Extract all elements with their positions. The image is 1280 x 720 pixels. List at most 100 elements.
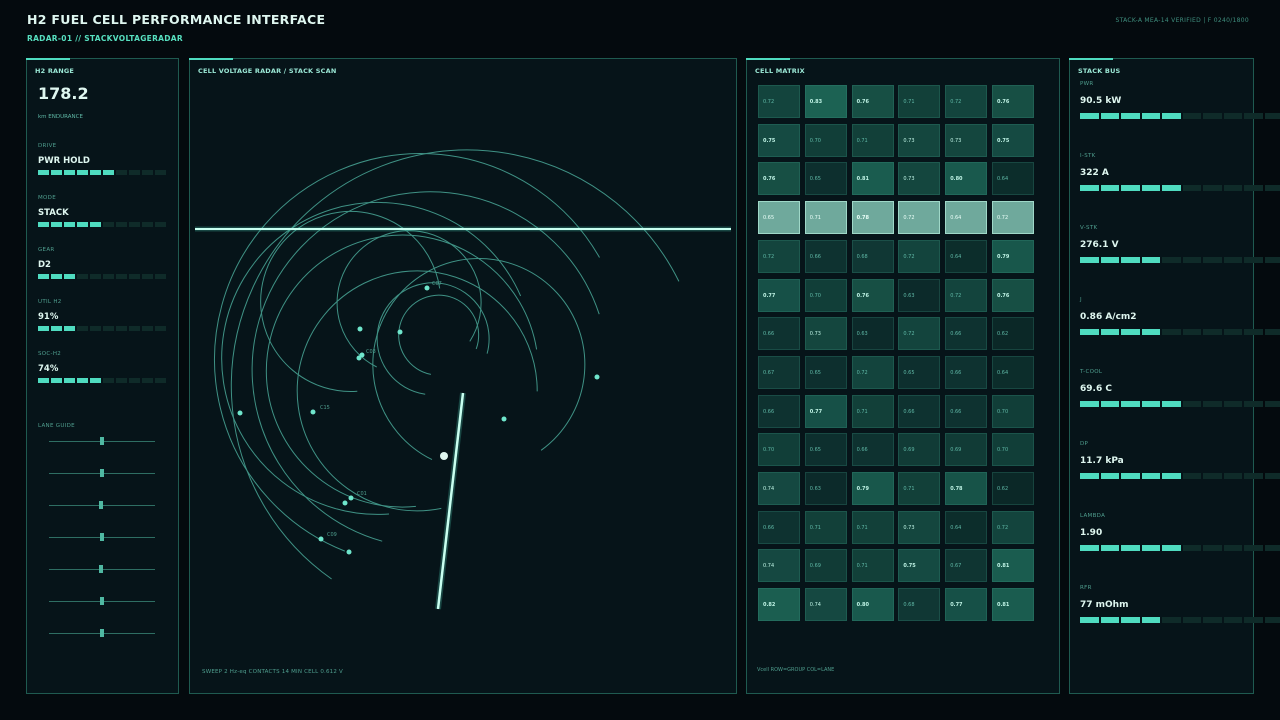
matrix-cell[interactable]: 0.72 [992,510,1034,544]
matrix-cell[interactable]: 0.62 [992,472,1034,505]
matrix-cell[interactable]: 0.63 [898,278,941,312]
matrix-cell[interactable]: 0.78 [945,472,988,505]
matrix-cell[interactable]: 0.70 [804,123,847,157]
matrix-cell[interactable]: 0.73 [898,123,941,157]
slider-handle[interactable] [100,437,104,445]
matrix-cell[interactable]: 0.76 [992,85,1034,118]
lane-slider[interactable] [49,597,155,605]
matrix-cell[interactable]: 0.65 [898,355,941,389]
matrix-cell[interactable]: 0.70 [992,394,1034,428]
lane-slider[interactable] [49,501,155,509]
matrix-cell[interactable]: 0.81 [992,549,1034,583]
matrix-cell[interactable]: 0.76 [992,278,1034,312]
matrix-cell[interactable]: 0.63 [804,472,847,505]
matrix-cell[interactable]: 0.72 [945,85,988,118]
matrix-cell[interactable]: 0.74 [758,472,800,505]
matrix-cell[interactable]: 0.62 [992,317,1034,351]
matrix-cell[interactable]: 0.72 [851,355,894,389]
matrix-cell[interactable]: 0.68 [898,588,941,622]
matrix-cell[interactable]: 0.66 [804,239,847,273]
matrix-cell[interactable]: 0.74 [804,588,847,622]
matrix-cell[interactable]: 0.65 [758,201,800,235]
matrix-cell[interactable]: 0.77 [945,588,988,622]
matrix-cell[interactable]: 0.70 [758,433,800,467]
matrix-cell[interactable]: 0.69 [804,549,847,583]
matrix-cell[interactable]: 0.81 [992,588,1034,622]
matrix-cell[interactable]: 0.69 [898,433,941,467]
metric-level-bar [38,170,166,175]
matrix-cell[interactable]: 0.71 [804,201,847,235]
matrix-cell[interactable]: 0.67 [758,355,800,389]
matrix-cell[interactable]: 0.76 [851,85,894,118]
matrix-cell[interactable]: 0.71 [804,510,847,544]
matrix-cell[interactable]: 0.72 [758,85,800,118]
lane-slider[interactable] [49,629,155,637]
matrix-cell[interactable]: 0.80 [945,162,988,196]
matrix-cell[interactable]: 0.64 [945,201,988,235]
slider-handle[interactable] [100,469,104,477]
matrix-cell[interactable]: 0.74 [758,549,800,583]
matrix-cell[interactable]: 0.71 [898,85,941,118]
matrix-cell[interactable]: 0.80 [851,588,894,622]
matrix-cell[interactable]: 0.75 [992,123,1034,157]
matrix-cell[interactable]: 0.67 [945,549,988,583]
matrix-cell[interactable]: 0.77 [758,278,800,312]
lane-slider[interactable] [49,437,155,445]
matrix-cell[interactable]: 0.63 [851,317,894,351]
matrix-cell[interactable]: 0.70 [804,278,847,312]
matrix-cell[interactable]: 0.64 [945,510,988,544]
slider-handle[interactable] [100,629,104,637]
matrix-cell[interactable]: 0.71 [851,123,894,157]
matrix-cell[interactable]: 0.65 [804,355,847,389]
matrix-cell[interactable]: 0.72 [898,239,941,273]
matrix-cell[interactable]: 0.71 [851,549,894,583]
slider-handle[interactable] [100,533,104,541]
level-segment [142,222,153,227]
lane-slider[interactable] [49,469,155,477]
matrix-cell[interactable]: 0.71 [851,510,894,544]
matrix-cell[interactable]: 0.76 [758,162,800,196]
matrix-cell[interactable]: 0.71 [851,394,894,428]
matrix-cell[interactable]: 0.83 [804,85,847,118]
matrix-cell[interactable]: 0.64 [945,239,988,273]
matrix-cell[interactable]: 0.77 [804,394,847,428]
matrix-cell[interactable]: 0.75 [898,549,941,583]
slider-handle[interactable] [100,597,104,605]
matrix-cell[interactable]: 0.66 [945,317,988,351]
slider-handle[interactable] [98,565,103,573]
matrix-cell[interactable]: 0.66 [758,317,800,351]
matrix-cell[interactable]: 0.79 [992,239,1034,273]
matrix-cell[interactable]: 0.70 [992,433,1034,467]
matrix-cell[interactable]: 0.66 [945,394,988,428]
matrix-cell[interactable]: 0.66 [898,394,941,428]
matrix-cell[interactable]: 0.65 [804,162,847,196]
matrix-cell[interactable]: 0.68 [851,239,894,273]
matrix-cell[interactable]: 0.69 [945,433,988,467]
matrix-cell[interactable]: 0.78 [851,201,894,235]
matrix-cell[interactable]: 0.79 [851,472,894,505]
matrix-cell[interactable]: 0.72 [898,201,941,235]
matrix-cell[interactable]: 0.66 [758,394,800,428]
matrix-cell[interactable]: 0.76 [851,278,894,312]
matrix-cell[interactable]: 0.64 [992,162,1034,196]
matrix-cell[interactable]: 0.73 [945,123,988,157]
lane-slider[interactable] [49,565,155,573]
matrix-cell[interactable]: 0.72 [945,278,988,312]
matrix-cell[interactable]: 0.72 [898,317,941,351]
matrix-cell[interactable]: 0.72 [992,201,1034,235]
matrix-cell[interactable]: 0.71 [898,472,941,505]
matrix-cell[interactable]: 0.75 [758,123,800,157]
matrix-cell[interactable]: 0.66 [945,355,988,389]
matrix-cell[interactable]: 0.66 [758,510,800,544]
matrix-cell[interactable]: 0.82 [758,588,800,622]
matrix-cell[interactable]: 0.73 [804,317,847,351]
matrix-cell[interactable]: 0.73 [898,162,941,196]
matrix-cell[interactable]: 0.73 [898,510,941,544]
matrix-cell[interactable]: 0.64 [992,355,1034,389]
lane-slider[interactable] [49,533,155,541]
slider-handle[interactable] [98,501,103,509]
matrix-cell[interactable]: 0.65 [804,433,847,467]
matrix-cell[interactable]: 0.81 [851,162,894,196]
matrix-cell[interactable]: 0.66 [851,433,894,467]
matrix-cell[interactable]: 0.72 [758,239,800,273]
